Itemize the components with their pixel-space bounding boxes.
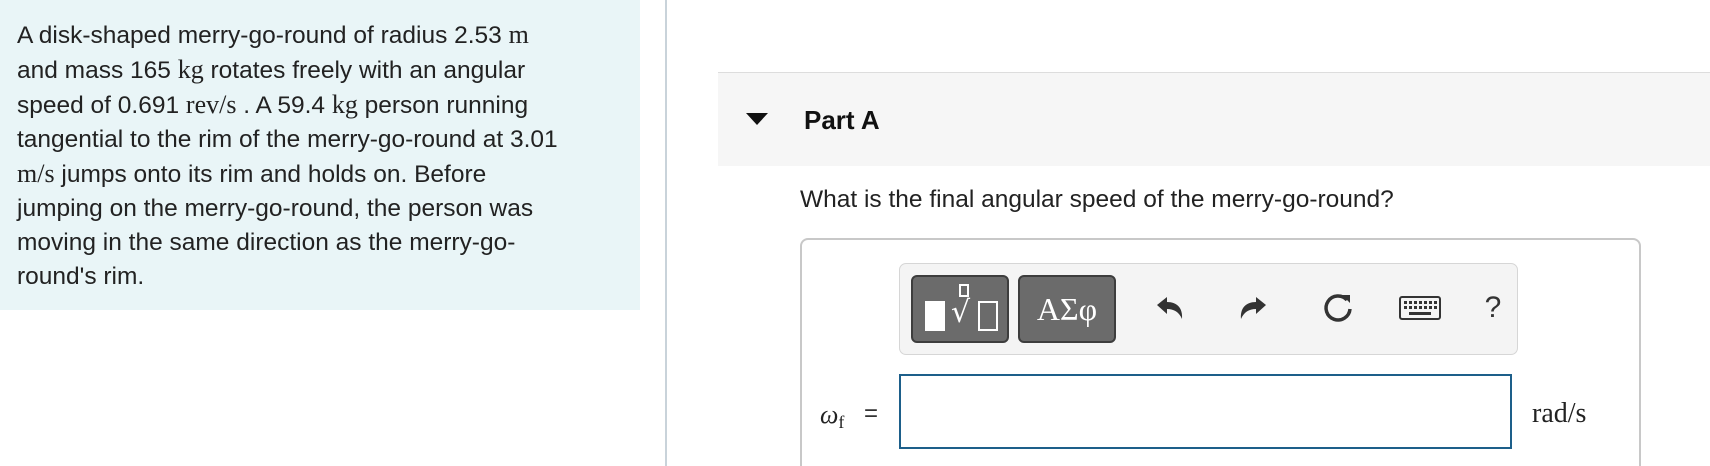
answer-variable-label: ωf — [820, 400, 844, 433]
collapse-caret-icon[interactable] — [746, 113, 768, 125]
square-root-icon: √ — [951, 295, 971, 330]
problem-text: A disk-shaped merry-go-round of radius 2… — [17, 18, 620, 294]
problem-text-segment: . A 59.4 — [236, 92, 332, 119]
answer-container: √ ΑΣφ ? ωf = rad/s — [800, 238, 1641, 466]
answer-input[interactable] — [899, 374, 1512, 449]
part-a-header[interactable]: Part A — [718, 72, 1710, 166]
template-block-icon — [925, 301, 945, 331]
math-toolbar: √ ΑΣφ ? — [899, 263, 1518, 355]
reset-icon[interactable] — [1316, 286, 1360, 330]
problem-text-segment: tangential to the rim of the merry-go-ro… — [17, 126, 558, 153]
unit-kilogram: kg — [177, 55, 204, 84]
part-title: Part A — [804, 105, 880, 135]
radicand-box-icon — [978, 301, 998, 331]
unit-meter-per-second: m/s — [17, 159, 55, 188]
greek-symbols-button[interactable]: ΑΣφ — [1018, 275, 1116, 343]
answer-units: rad/s — [1532, 398, 1587, 429]
unit-kilogram: kg — [331, 90, 358, 119]
column-divider — [665, 0, 667, 466]
redo-icon[interactable] — [1231, 286, 1275, 330]
problem-text-segment: jumping on the merry-go-round, the perso… — [17, 195, 534, 222]
greek-symbols-label: ΑΣφ — [1036, 290, 1098, 327]
problem-text-segment: and mass 165 — [17, 57, 178, 84]
problem-text-segment: A disk-shaped merry-go-round of radius 2… — [17, 22, 509, 49]
omega-subscript: f — [838, 412, 845, 432]
undo-icon[interactable] — [1148, 286, 1192, 330]
problem-text-segment: moving in the same direction as the merr… — [17, 229, 516, 256]
unit-meter: m — [508, 20, 529, 49]
equals-sign: = — [864, 400, 879, 427]
help-button[interactable]: ? — [1471, 286, 1515, 330]
problem-text-segment: speed of 0.691 — [17, 92, 186, 119]
problem-text-segment: rotates freely with an angular — [203, 57, 526, 84]
templates-button[interactable]: √ — [911, 275, 1009, 343]
keyboard-icon[interactable] — [1392, 286, 1448, 330]
problem-text-segment: round's rim. — [17, 263, 145, 290]
problem-text-segment: person running — [357, 92, 529, 119]
question-text: What is the final angular speed of the m… — [800, 186, 1394, 213]
problem-text-segment: jumps onto its rim and holds on. Before — [54, 161, 487, 188]
unit-rev-per-second: rev/s — [185, 90, 237, 119]
omega-symbol: ω — [820, 400, 839, 429]
problem-statement-panel: A disk-shaped merry-go-round of radius 2… — [0, 0, 640, 310]
